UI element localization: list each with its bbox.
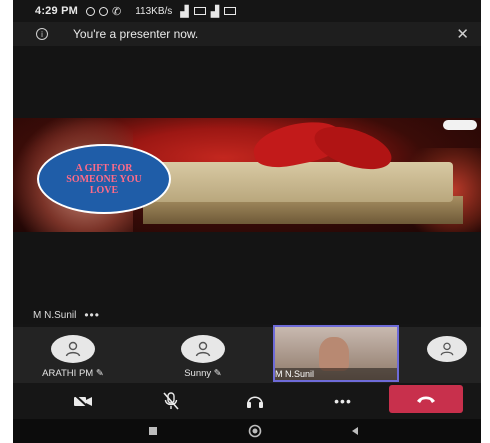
more-icon: ••• — [334, 393, 352, 409]
audio-button[interactable] — [237, 387, 273, 415]
participant-video — [319, 337, 349, 371]
hang-up-icon — [417, 396, 435, 403]
person-icon — [195, 341, 211, 357]
status-bar: 4:29 PM ✆ 113KB/s ▟ ▟ — [13, 0, 481, 22]
more-button[interactable]: ••• — [325, 387, 361, 415]
participant-name: M N.Sunil — [275, 369, 315, 379]
back-button[interactable] — [347, 423, 363, 439]
participant-strip: ARATHI PM ✎ Sunny ✎ M N.Sunil — [13, 325, 481, 383]
shared-content-stage: A GIFT FOR SOMEONE YOU LOVE — [13, 46, 481, 324]
participant-name: ARATHI PM — [42, 368, 94, 379]
status-time: 4:29 PM — [35, 5, 78, 17]
shared-slide-image: A GIFT FOR SOMEONE YOU LOVE — [13, 118, 481, 232]
participant-name: Sunny — [184, 368, 212, 379]
gift-badge: A GIFT FOR SOMEONE YOU LOVE — [37, 144, 171, 214]
mic-off-icon: ✎ — [95, 368, 104, 379]
sim-icon — [193, 7, 206, 15]
mic-toggle-button[interactable] — [153, 387, 189, 415]
headphones-icon — [247, 396, 263, 408]
system-nav-bar — [13, 419, 481, 443]
mic-off-icon: ✎ — [213, 368, 222, 379]
participant-tile[interactable] — [413, 327, 481, 383]
home-icon — [248, 424, 262, 438]
notification-icon — [85, 6, 95, 16]
video-toggle-button[interactable] — [65, 387, 101, 415]
badge-text: A GIFT FOR SOMEONE YOU LOVE — [66, 162, 142, 196]
mic-off-icon — [163, 392, 179, 410]
presenter-more-button[interactable]: ••• — [84, 308, 100, 322]
presenter-name: M N.Sunil — [33, 309, 77, 321]
logo — [443, 120, 477, 130]
close-icon[interactable]: ✕ — [456, 25, 469, 43]
call-controls: ••• — [13, 383, 481, 419]
back-icon — [352, 427, 358, 435]
participant-tile[interactable]: ARATHI PM ✎ — [23, 327, 123, 383]
person-icon — [440, 342, 454, 356]
active-video-tile[interactable]: M N.Sunil — [273, 325, 399, 382]
call-icon: ✆ — [111, 5, 122, 18]
signal-icon-2: ▟ — [210, 5, 220, 18]
battery-icon — [224, 7, 237, 15]
presenter-label: M N.Sunil ••• — [33, 308, 100, 322]
app-icon — [98, 6, 108, 16]
presenter-banner: i You're a presenter now. ✕ — [13, 22, 481, 46]
info-icon: i — [36, 28, 48, 40]
signal-icon: ▟ — [180, 5, 189, 18]
phone-screen: 4:29 PM ✆ 113KB/s ▟ ▟ i You're a present… — [13, 0, 481, 443]
avatar — [427, 336, 467, 362]
recents-button[interactable] — [145, 423, 161, 439]
person-icon — [65, 341, 81, 357]
banner-message: You're a presenter now. — [73, 27, 199, 41]
video-off-icon — [74, 394, 92, 408]
home-button[interactable] — [247, 423, 263, 439]
participant-tile[interactable]: Sunny ✎ — [153, 327, 253, 383]
network-speed: 113KB/s — [135, 5, 173, 17]
recents-icon — [149, 427, 157, 435]
avatar — [51, 335, 95, 363]
avatar — [181, 335, 225, 363]
hang-up-button[interactable] — [389, 385, 463, 413]
